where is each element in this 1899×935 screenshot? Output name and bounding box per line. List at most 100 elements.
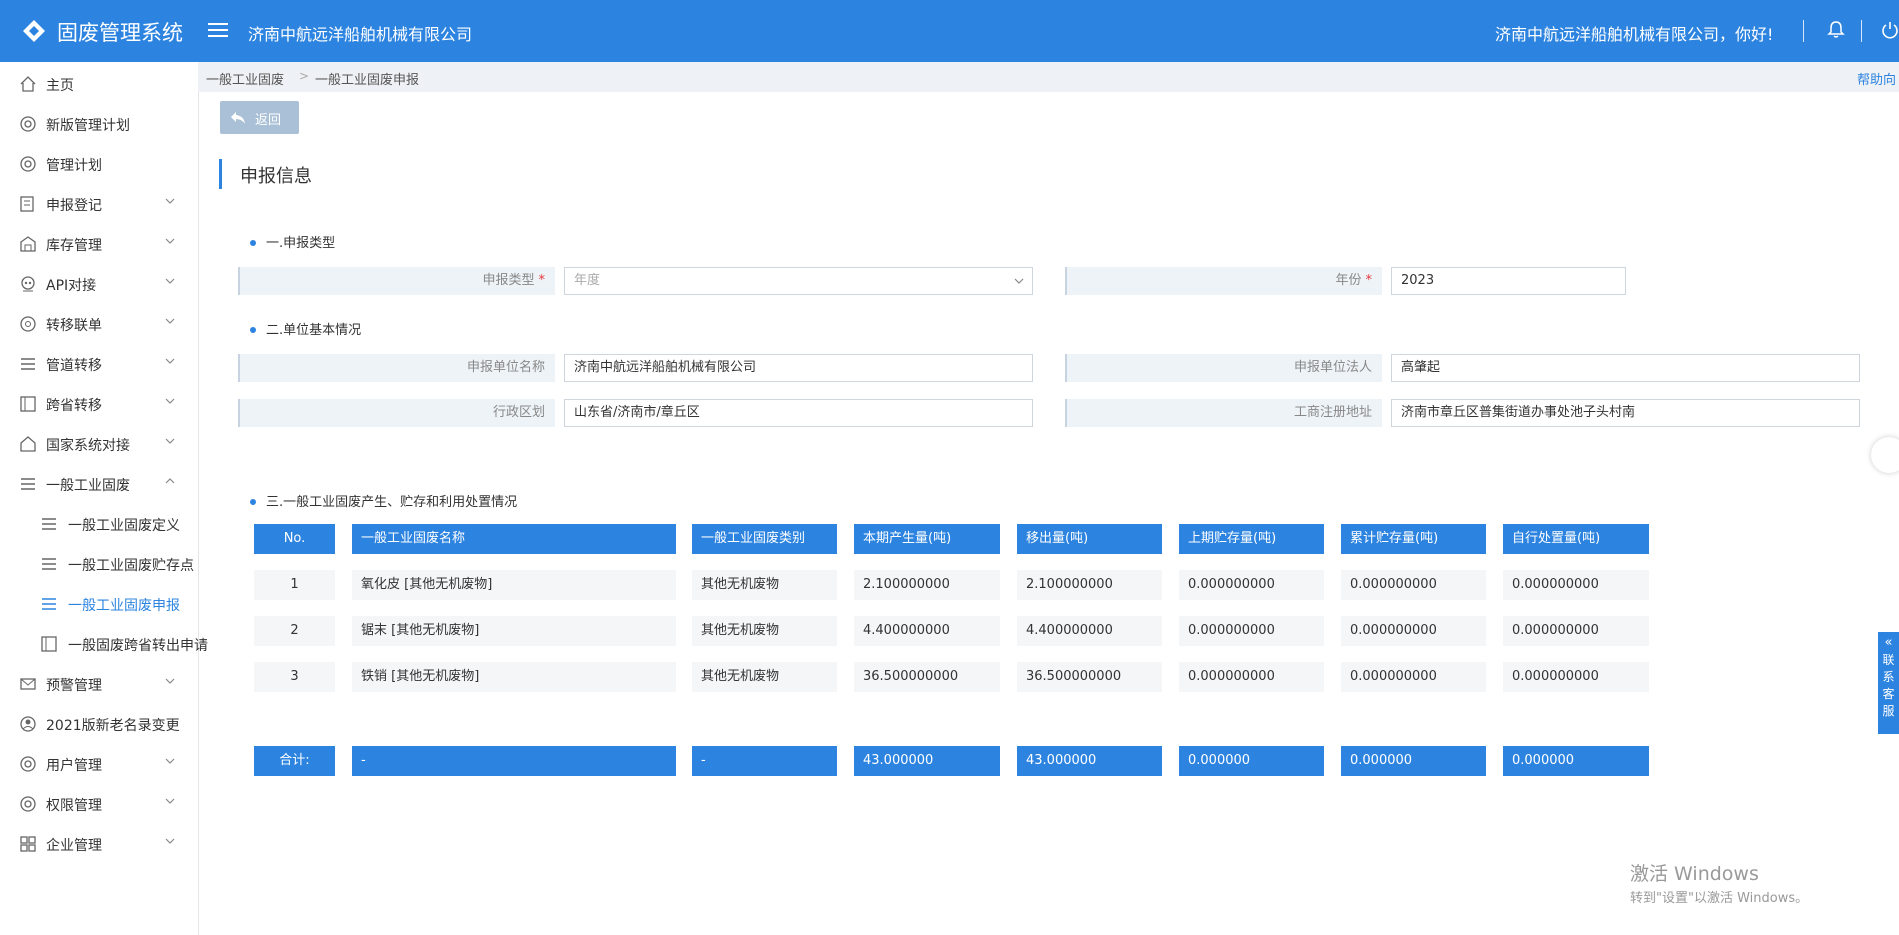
declaration-type-select[interactable]: 年度 [564,267,1033,295]
legal-person-label: 申报单位法人 [1065,354,1382,382]
legal-person-input[interactable]: 高肇起 [1391,354,1860,382]
table-cell: 36.500000000 [854,662,1000,692]
sidebar-item-declaration[interactable]: 申报登记 [0,184,198,224]
table-cell: 2.100000000 [1017,570,1162,600]
sidebar-item-users[interactable]: 用户管理 [0,744,198,784]
chevron-down-icon [1014,278,1024,284]
region-label: 行政区划 [238,399,555,427]
table-header-cell: 移出量(吨) [1017,524,1162,554]
sidebar-item-label: API对接 [46,278,97,294]
reply-arrow-icon [231,112,245,124]
gear-icon [20,796,36,812]
chevron-down-icon [165,758,175,764]
help-link[interactable]: 帮助向 [1857,69,1896,88]
sidebar-item-national-system[interactable]: 国家系统对接 [0,424,198,464]
breadcrumb: 一般工业固废 > 一般工业固废申报 帮助向 [198,62,1899,92]
gear-icon [20,756,36,772]
table-cell: 氧化皮 [其他无机废物] [352,570,676,600]
table-cell: 4.400000000 [854,616,1000,646]
table-cell: 铁销 [其他无机废物] [352,662,676,692]
table-cell: 0.000000000 [1341,570,1486,600]
sidebar-item-label: 管道转移 [46,358,102,374]
table-cell: 0.000000000 [1341,662,1486,692]
table-total-cell: 43.000000 [854,746,1000,776]
sidebar-item-waste-declaration[interactable]: 一般工业固废申报 [0,584,198,624]
user-greeting[interactable]: 济南中航远洋船舶机械有限公司，你好! [1495,21,1773,45]
sidebar-item-plan[interactable]: 管理计划 [0,144,198,184]
sidebar-item-general-waste[interactable]: 一般工业固废 [0,464,198,504]
assistant-float-icon[interactable] [1871,437,1899,473]
sidebar-item-label: 企业管理 [46,838,102,854]
address-label: 工商注册地址 [1065,399,1382,427]
sidebar-item-cross-province[interactable]: 跨省转移 [0,384,198,424]
table-cell: 36.500000000 [1017,662,1162,692]
sidebar-item-enterprise[interactable]: 企业管理 [0,824,198,864]
breadcrumb-item: 一般工业固废申报 [315,73,420,88]
table-cell: 其他无机废物 [692,570,837,600]
year-input[interactable]: 2023 [1391,267,1626,295]
sidebar-item-permissions[interactable]: 权限管理 [0,784,198,824]
table-header-cell: 累计贮存量(吨) [1341,524,1486,554]
sidebar-item-cross-province-out[interactable]: 一般固废跨省转出申请 [0,624,208,664]
chevron-down-icon [165,798,175,804]
sidebar-item-new-plan[interactable]: 新版管理计划 [0,104,198,144]
address-input[interactable]: 济南市章丘区普集街道办事处池子头村南 [1391,399,1860,427]
power-icon[interactable] [1880,20,1899,40]
chevron-down-icon [165,198,175,204]
breadcrumb-item[interactable]: 一般工业固废 [206,69,284,88]
list-icon [42,598,56,610]
chevron-down-icon [165,278,175,284]
sidebar-item-label: 预警管理 [46,678,102,694]
back-button[interactable]: 返回 [220,101,299,134]
declaration-type-placeholder: 年度 [574,273,601,288]
table-header-cell: 自行处置量(吨) [1503,524,1649,554]
sidebar-item-catalog-change[interactable]: 2021版新老名录变更 [0,704,198,744]
header-company-name: 济南中航远洋船舶机械有限公司 [248,25,473,44]
sidebar-item-waste-definition[interactable]: 一般工业固废定义 [0,504,198,544]
table-cell: 0.000000000 [1179,662,1324,692]
sidebar-item-home[interactable]: 主页 [0,64,198,104]
menu-toggle-icon[interactable] [208,19,228,41]
contact-support-label: 联系客服 [1882,653,1895,718]
table-cell: 4.400000000 [1017,616,1162,646]
table-cell: 0.000000000 [1179,570,1324,600]
bell-icon[interactable] [1826,20,1846,40]
list-icon [21,358,35,370]
sidebar-item-warning[interactable]: 预警管理 [0,664,198,704]
bullet-dot [250,239,256,246]
transfer-icon [20,316,36,332]
sidebar-item-waste-storage-point[interactable]: 一般工业固废贮存点 [0,544,198,584]
windows-activation-subtitle: 转到"设置"以激活 Windows。 [1630,891,1809,906]
table-header-cell: No. [254,524,335,554]
table-header-cell: 一般工业固废类别 [692,524,837,554]
table-cell: 1 [254,570,335,600]
app-title: 固废管理系统 [57,21,183,45]
sidebar-item-label: 一般固废跨省转出申请 [68,638,208,654]
mail-icon [20,678,36,690]
unit-name-input[interactable]: 济南中航远洋船舶机械有限公司 [564,354,1033,382]
contact-support-tab[interactable]: « 联系客服 [1878,632,1899,734]
sidebar-item-inventory[interactable]: 库存管理 [0,224,198,264]
chevron-down-icon [165,678,175,684]
sidebar-item-label: 主页 [46,78,74,94]
sidebar-item-label: 申报登记 [46,198,102,214]
top-header: 固废管理系统 济南中航远洋船舶机械有限公司 济南中航远洋船舶机械有限公司，你好! [0,0,1899,62]
unit-name-label: 申报单位名称 [238,354,555,382]
sidebar-item-transfer[interactable]: 转移联单 [0,304,198,344]
user-circle-icon [20,716,36,732]
list-icon [42,518,56,530]
header-divider [1861,20,1862,42]
region-input[interactable]: 山东省/济南市/章丘区 [564,399,1033,427]
breadcrumb-separator: > [299,69,310,83]
home-icon [20,76,36,92]
sidebar-item-api[interactable]: API对接 [0,264,198,304]
group-title-type: 一.申报类型 [250,232,335,251]
bullet-dot [250,498,256,505]
chevron-up-icon [165,478,175,484]
gear-icon [20,116,36,132]
chevron-down-icon [165,838,175,844]
sidebar-item-pipeline[interactable]: 管道转移 [0,344,198,384]
sidebar-item-label: 一般工业固废 [46,478,130,494]
list-icon [21,478,35,490]
table-cell: 0.000000000 [1503,570,1649,600]
